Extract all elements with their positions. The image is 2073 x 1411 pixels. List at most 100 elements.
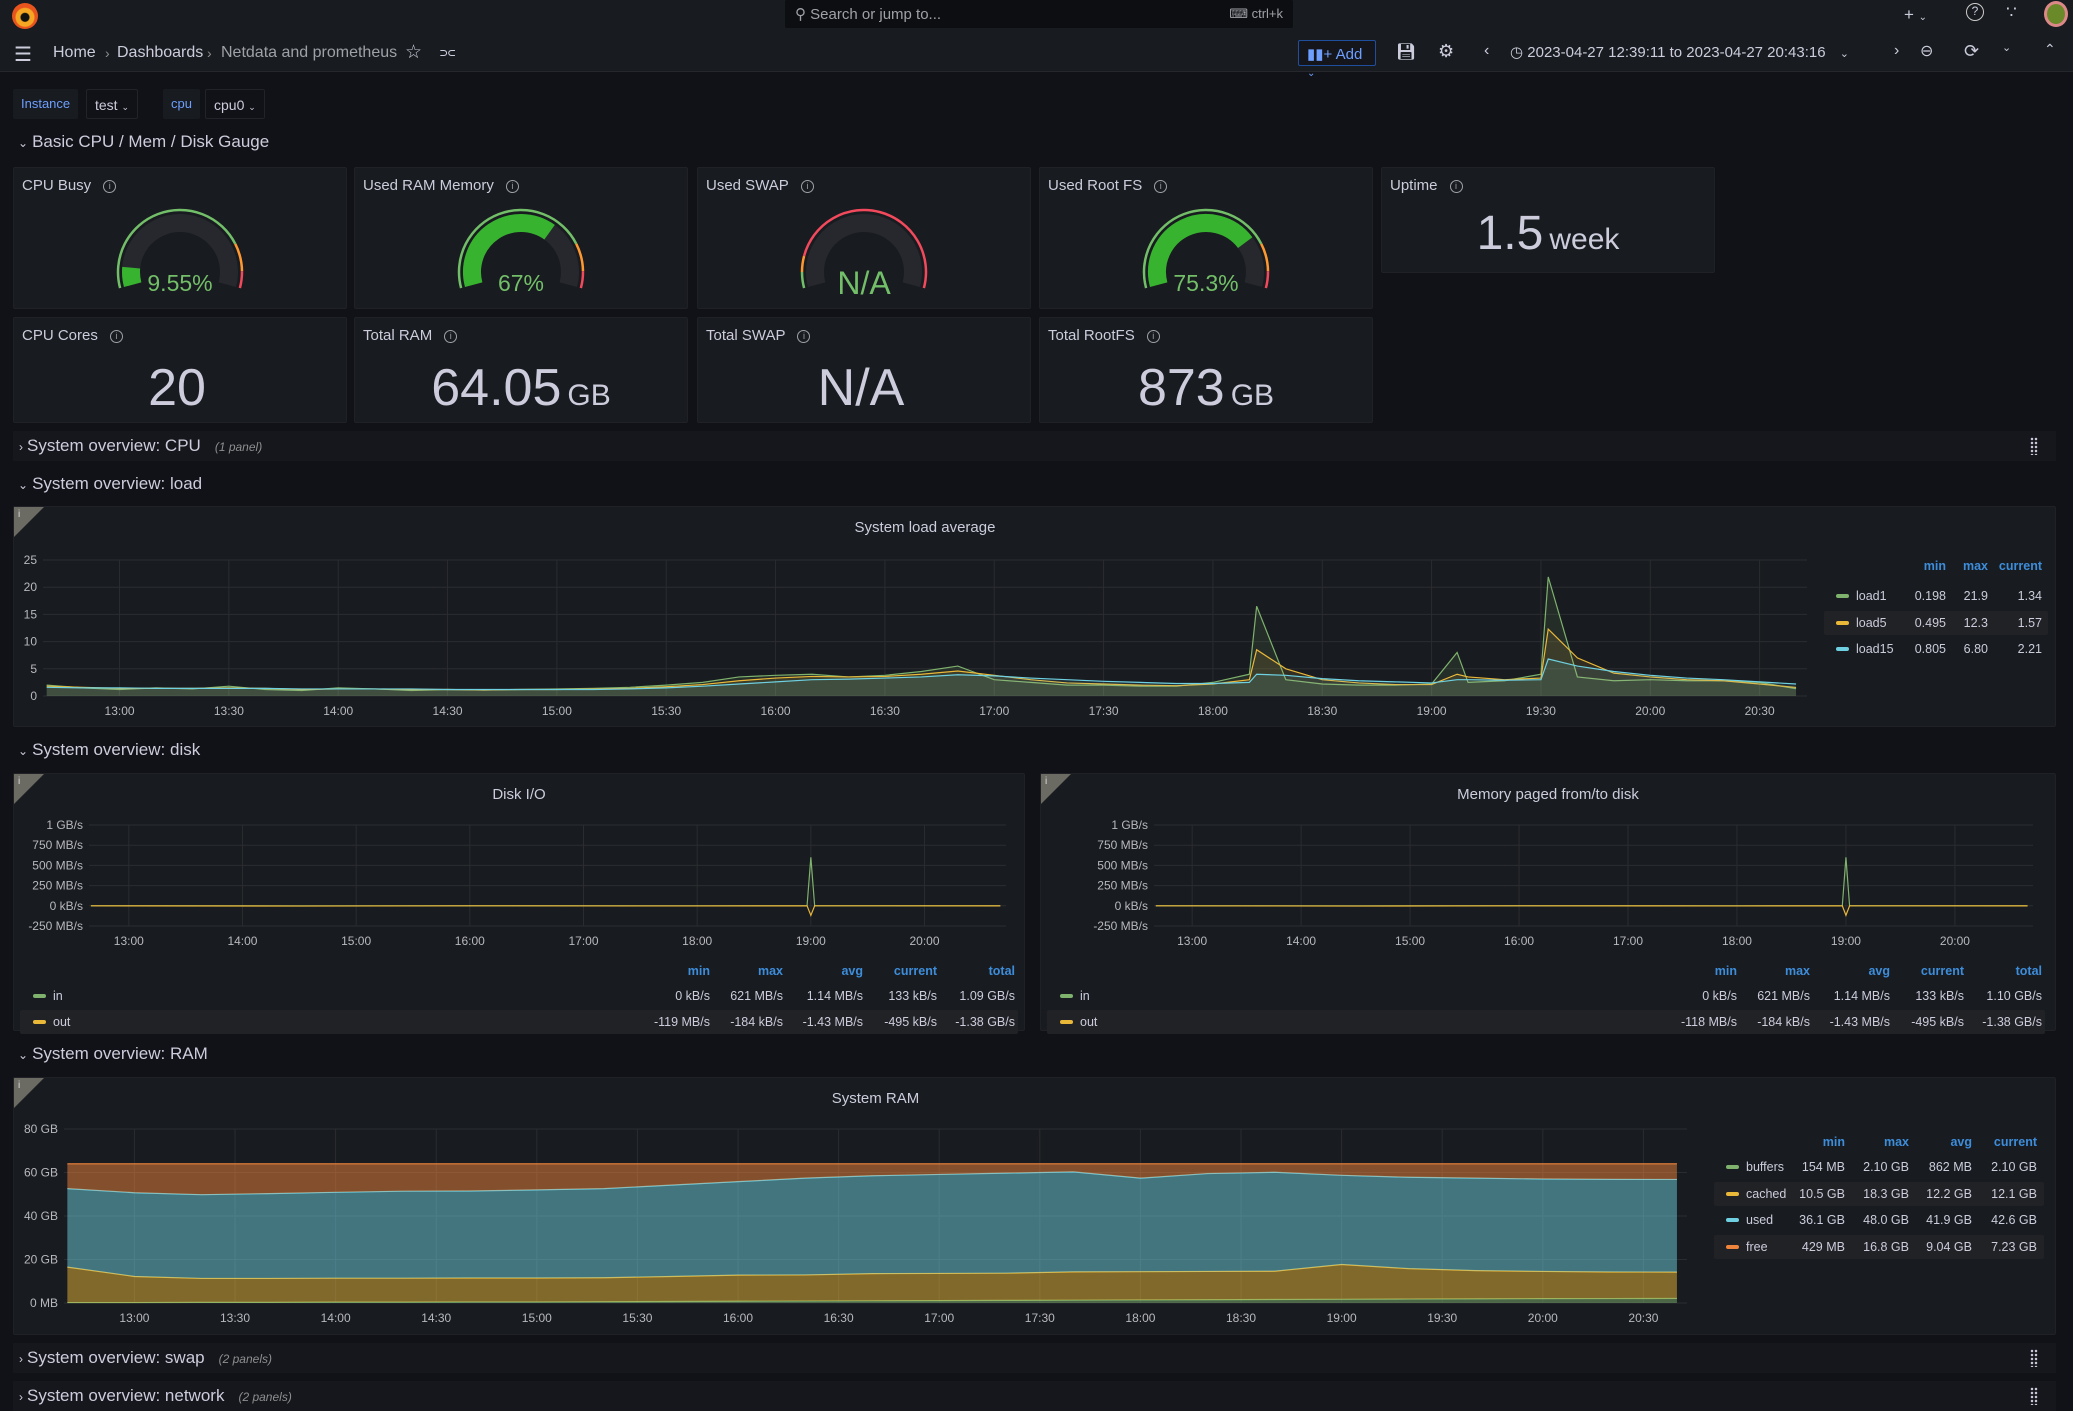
legend-series-name[interactable]: load15	[1856, 642, 1894, 656]
legend-value: 0.805	[1914, 642, 1946, 656]
row-system-cpu[interactable]: › System overview: CPU (1 panel)	[13, 431, 2056, 461]
panel-title-text: Uptime	[1390, 177, 1438, 194]
row-system-swap[interactable]: › System overview: swap (2 panels)	[13, 1343, 2056, 1373]
refresh-interval-dropdown[interactable]: ⌄	[2002, 41, 2011, 54]
grafana-logo[interactable]	[12, 3, 38, 29]
zoom-out-icon[interactable]: ⊖	[1920, 41, 1933, 61]
legend-swatch	[1836, 621, 1849, 625]
panel-title: Total SWAP i	[706, 327, 811, 344]
legend-series-name[interactable]: in	[1080, 989, 1090, 1003]
stat-number: 1.5	[1476, 207, 1544, 260]
panel-title-text: Total RootFS	[1048, 327, 1135, 344]
search-input[interactable]: ⚲ Search or jump to... ⌨ ctrl+k	[785, 0, 1293, 28]
legend-series-name[interactable]: load5	[1856, 616, 1887, 630]
legend-series-name[interactable]: cached	[1746, 1187, 1786, 1201]
legend-series-name[interactable]: used	[1746, 1213, 1773, 1227]
y-tick-label: 20 GB	[24, 1253, 58, 1267]
row-system-ram[interactable]: ⌄ System overview: RAM	[18, 1044, 208, 1064]
info-icon[interactable]: i	[1146, 330, 1160, 343]
drag-handle-icon[interactable]	[2030, 437, 2038, 455]
avatar[interactable]	[2044, 1, 2068, 27]
legend-column-header[interactable]: min	[1715, 964, 1737, 978]
y-tick-label: 40 GB	[24, 1209, 58, 1223]
drag-handle-icon[interactable]	[2030, 1349, 2038, 1367]
time-range-picker[interactable]: ◷ 2023-04-27 12:39:11 to 2023-04-27 20:4…	[1510, 43, 1849, 61]
legend-column-header[interactable]: total	[989, 964, 1015, 978]
legend-column-header[interactable]: min	[1823, 1135, 1845, 1149]
stat-value: 1.5 week	[1382, 206, 1714, 261]
variable-select-instance[interactable]: test ⌄	[86, 89, 139, 119]
row-basic-gauges[interactable]: ⌄ Basic CPU / Mem / Disk Gauge	[18, 132, 269, 152]
clock-icon: ◷	[1510, 44, 1524, 61]
star-icon[interactable]: ☆	[405, 41, 422, 64]
legend-row-bg	[20, 1010, 1018, 1034]
row-system-load[interactable]: ⌄ System overview: load	[18, 474, 202, 494]
legend-column-header[interactable]: max	[1963, 559, 1988, 573]
breadcrumb-current: Netdata and prometheus	[221, 44, 398, 61]
info-icon[interactable]: i	[444, 330, 458, 343]
variable-select-cpu[interactable]: cpu0 ⌄	[205, 89, 265, 119]
legend-series-name[interactable]: out	[53, 1015, 70, 1029]
row-system-disk[interactable]: ⌄ System overview: disk	[18, 740, 200, 760]
legend-column-header[interactable]: current	[894, 964, 937, 978]
legend-series-name[interactable]: in	[53, 989, 63, 1003]
legend-column-header[interactable]: current	[1921, 964, 1964, 978]
legend-column-header[interactable]: min	[688, 964, 710, 978]
save-icon[interactable]: 💾︎	[1396, 42, 1416, 62]
legend-row-bg	[1047, 1010, 2045, 1034]
time-forward-button[interactable]: ›	[1894, 42, 1899, 60]
legend-series-name[interactable]: buffers	[1746, 1160, 1784, 1174]
legend-column-header[interactable]: current	[1999, 559, 2042, 573]
drag-handle-icon[interactable]	[2030, 1387, 2038, 1405]
menu-icon[interactable]: ☰	[14, 42, 32, 67]
legend-column-header[interactable]: max	[758, 964, 783, 978]
legend-value: 41.9 GB	[1926, 1213, 1972, 1227]
stat-value: 873 GB	[1040, 358, 1372, 418]
legend-series-name[interactable]: out	[1080, 1015, 1097, 1029]
legend-value: 16.8 GB	[1863, 1240, 1909, 1254]
legend-series-name[interactable]: load1	[1856, 589, 1887, 603]
new-button[interactable]: + ⌄	[1904, 5, 1927, 25]
refresh-icon[interactable]: ⟳	[1964, 41, 1979, 62]
legend-value: 12.2 GB	[1926, 1187, 1972, 1201]
panel-title-text: Total SWAP	[706, 327, 786, 344]
row-system-network[interactable]: › System overview: network (2 panels)	[13, 1381, 2056, 1411]
legend-column-header[interactable]: total	[2016, 964, 2042, 978]
x-tick-label: 17:30	[1025, 1311, 1055, 1325]
legend-series-name[interactable]: free	[1746, 1240, 1768, 1254]
legend-column-header[interactable]: min	[1924, 559, 1946, 573]
gauge-value: N/A	[837, 265, 891, 301]
legend-value: 429 MB	[1801, 1240, 1845, 1254]
collapse-icon[interactable]: ⌃	[2044, 41, 2056, 58]
chevron-right-icon: ›	[19, 1390, 23, 1404]
legend-column-header[interactable]: max	[1785, 964, 1810, 978]
legend-column-header[interactable]: current	[1994, 1135, 2037, 1149]
legend-column-header[interactable]: avg	[1868, 964, 1890, 978]
breadcrumb-home[interactable]: Home	[53, 44, 96, 62]
panel-system-ram: i System RAM 0 MB 20 GB 40 GB 60 GB 80 GB 13:00…	[13, 1077, 2056, 1335]
gear-icon[interactable]: ⚙	[1438, 41, 1454, 62]
x-tick-label: 15:00	[542, 704, 572, 718]
share-icon[interactable]: ⫗	[440, 42, 455, 62]
rss-icon[interactable]: ∵	[2006, 3, 2017, 23]
search-placeholder: Search or jump to...	[810, 6, 942, 23]
add-button[interactable]: ▮▮+ Add ⌄	[1298, 40, 1376, 79]
help-icon[interactable]: ?	[1966, 3, 1984, 21]
legend-value: -1.43 MB/s	[802, 1015, 863, 1029]
stat-unit: week	[1549, 223, 1620, 256]
legend-column-header[interactable]: avg	[841, 964, 863, 978]
legend-value: 154 MB	[1801, 1160, 1845, 1174]
legend-column-header[interactable]: avg	[1950, 1135, 1972, 1149]
row-title: Basic CPU / Mem / Disk Gauge	[32, 132, 270, 151]
legend-value: 1.57	[2017, 616, 2042, 630]
breadcrumb-dashboards[interactable]: Dashboards	[117, 44, 203, 62]
legend-value: 21.9	[1963, 589, 1988, 603]
info-icon[interactable]: i	[797, 330, 811, 343]
info-icon[interactable]: i	[109, 330, 123, 343]
chevron-down-icon: ⌄	[18, 136, 29, 150]
legend-value: 2.10 GB	[1991, 1160, 2037, 1174]
legend-value: 36.1 GB	[1799, 1213, 1845, 1227]
legend-column-header[interactable]: max	[1884, 1135, 1909, 1149]
info-icon[interactable]: i	[1449, 180, 1463, 193]
time-back-button[interactable]: ‹	[1484, 42, 1489, 60]
